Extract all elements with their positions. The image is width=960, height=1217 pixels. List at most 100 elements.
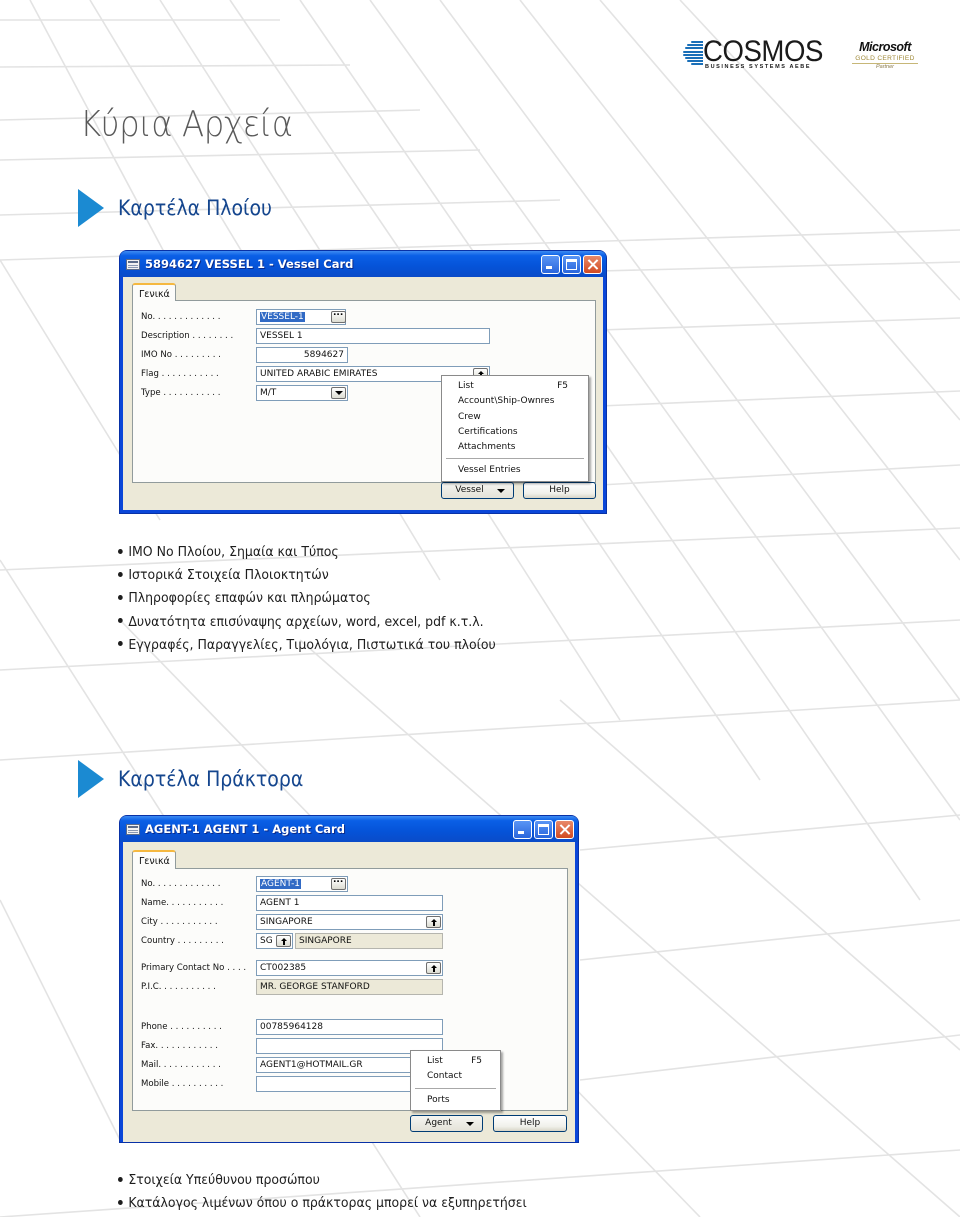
- field-label-phone: Phone . . . . . . . . . .: [141, 1022, 222, 1032]
- bullet-icon: [118, 1199, 123, 1205]
- minimize-button[interactable]: [541, 255, 560, 274]
- microsoft-wordmark: Microsoft: [859, 40, 911, 54]
- no-field-value: VESSEL-1: [260, 312, 305, 322]
- no-field-value: AGENT-1: [260, 879, 302, 889]
- menu-separator: [415, 1087, 496, 1089]
- field-label-mobile: Mobile . . . . . . . . . .: [141, 1079, 224, 1089]
- agent-feature-list: Στοιχεία Υπεύθυνου προσώπου Κατάλογος λι…: [118, 1169, 553, 1215]
- city-field[interactable]: SINGAPORE: [256, 914, 443, 930]
- field-label-flag: Flag . . . . . . . . . . .: [141, 369, 219, 379]
- list-item: Εγγραφές, Παραγγελίες, Τιμολόγια, Πιστωτ…: [118, 634, 496, 657]
- bullet-icon: [118, 594, 123, 600]
- field-label-imo: IMO No . . . . . . . . .: [141, 350, 221, 360]
- list-item-text: Ιστορικά Στοιχεία Πλοιοκτητών: [128, 568, 329, 584]
- field-label-city: City . . . . . . . . . . .: [141, 917, 218, 927]
- microsoft-partner-logo: Microsoft GOLD CERTIFIED Partner: [850, 40, 920, 74]
- chevron-down-icon: [497, 489, 505, 493]
- bullet-icon: [118, 618, 123, 624]
- field-label-type: Type . . . . . . . . . . .: [141, 388, 221, 398]
- list-item: Πληροφορίες επαφών και πληρώματος: [118, 587, 496, 610]
- list-item: Κατάλογος λιμένων όπου ο πράκτορας μπορε…: [118, 1192, 527, 1215]
- list-item-text: Εγγραφές, Παραγγελίες, Τιμολόγια, Πιστωτ…: [128, 637, 496, 653]
- vessel-menu-button-label: Vessel: [455, 485, 484, 495]
- table-icon: [126, 258, 140, 270]
- menu-item-list[interactable]: List F5: [442, 379, 588, 394]
- partner-label: Partner: [875, 64, 895, 70]
- minimize-button[interactable]: [513, 820, 532, 839]
- cosmos-tagline: BUSINESS SYSTEMS AEBE: [705, 64, 812, 70]
- menu-item-contact[interactable]: Contact: [411, 1069, 500, 1084]
- menu-separator: [446, 458, 584, 460]
- imo-field[interactable]: 5894627: [256, 347, 348, 363]
- lookup-dots-button[interactable]: [331, 875, 346, 890]
- list-item: Δυνατότητα επισύναψης αρχείων, word, exc…: [118, 611, 496, 634]
- section-arrow-icon: [78, 189, 104, 227]
- cosmos-logo: COSMOS BUSINESS SYSTEMS AEBE: [683, 35, 829, 72]
- type-dropdown-button[interactable]: [331, 387, 346, 399]
- menu-item-certifications[interactable]: Certifications: [442, 425, 588, 440]
- bullet-icon: [118, 571, 123, 577]
- menu-item-label: List: [427, 1056, 443, 1066]
- section-arrow-icon: [78, 760, 104, 798]
- list-item: Στοιχεία Υπεύθυνου προσώπου: [118, 1169, 527, 1192]
- tab-general[interactable]: Γενικά: [132, 283, 176, 301]
- city-lookup-button[interactable]: [426, 916, 441, 928]
- name-field[interactable]: AGENT 1: [256, 895, 443, 911]
- bullet-icon: [118, 548, 123, 554]
- primary-contact-field[interactable]: CT002385: [256, 960, 443, 976]
- menu-item-list[interactable]: List F5: [411, 1054, 500, 1069]
- list-item-text: Δυνατότητα επισύναψης αρχείων, word, exc…: [128, 614, 484, 630]
- close-button[interactable]: [555, 820, 574, 839]
- menu-item-attachments[interactable]: Attachments: [442, 440, 588, 455]
- menu-item-vessel-entries[interactable]: Vessel Entries: [442, 463, 588, 478]
- page-title: Κύρια Αρχεία: [80, 104, 293, 145]
- tab-general[interactable]: Γενικά: [132, 850, 176, 869]
- list-item: Ιστορικά Στοιχεία Πλοιοκτητών: [118, 564, 496, 587]
- help-button[interactable]: Help: [493, 1115, 567, 1132]
- menu-item-crew[interactable]: Crew: [442, 410, 588, 425]
- menu-item-ports[interactable]: Ports: [411, 1093, 500, 1108]
- country-name-field: SINGAPORE: [295, 933, 443, 949]
- field-label-mail: Mail. . . . . . . . . . . .: [141, 1060, 221, 1070]
- bullet-icon: [118, 641, 123, 647]
- description-field[interactable]: VESSEL 1: [256, 328, 490, 344]
- country-lookup-button[interactable]: [276, 935, 291, 947]
- table-icon: [126, 823, 140, 835]
- vessel-feature-list: IMO No Πλοίου, Σημαία και Τύπος Ιστορικά…: [118, 541, 520, 657]
- vessel-context-menu: List F5 Account\Ship-Ownres Crew Certific…: [441, 375, 589, 482]
- vessel-menu-button[interactable]: Vessel: [441, 482, 514, 499]
- field-label-pic: P.I.C. . . . . . . . . . .: [141, 982, 216, 992]
- menu-shortcut: F5: [471, 1056, 482, 1066]
- field-label-no: No. . . . . . . . . . . . .: [141, 312, 221, 322]
- window-body: Γενικά No. . . . . . . . . . . . . VESSE…: [123, 277, 603, 510]
- agent-section-title: Καρτέλα Πράκτορα: [118, 767, 304, 791]
- menu-item-account-ship-owners[interactable]: Account\Ship-Ownres: [442, 394, 588, 409]
- window-title: AGENT-1 AGENT 1 - Agent Card: [145, 822, 345, 836]
- list-item: IMO No Πλοίου, Σημαία και Τύπος: [118, 541, 496, 564]
- close-button[interactable]: [583, 255, 602, 274]
- field-label-name: Name. . . . . . . . . . .: [141, 898, 224, 908]
- maximize-button[interactable]: [534, 820, 553, 839]
- menu-item-label: List: [458, 381, 474, 391]
- window-titlebar[interactable]: 5894627 VESSEL 1 - Vessel Card: [120, 251, 606, 277]
- lookup-dots-button[interactable]: [331, 308, 346, 323]
- vessel-section-title: Καρτέλα Πλοίου: [118, 196, 272, 220]
- field-label-fax: Fax. . . . . . . . . . . .: [141, 1041, 218, 1051]
- partner-level: GOLD CERTIFIED: [852, 55, 918, 64]
- bullet-icon: [118, 1176, 123, 1182]
- window-titlebar[interactable]: AGENT-1 AGENT 1 - Agent Card: [120, 816, 578, 842]
- maximize-button[interactable]: [562, 255, 581, 274]
- phone-field[interactable]: 00785964128: [256, 1019, 443, 1035]
- primary-contact-lookup-button[interactable]: [426, 962, 441, 974]
- list-item-text: IMO No Πλοίου, Σημαία και Τύπος: [128, 545, 339, 560]
- help-button[interactable]: Help: [523, 482, 596, 499]
- chevron-down-icon: [466, 1122, 474, 1126]
- field-label-country: Country . . . . . . . . .: [141, 936, 224, 946]
- vessel-card-window: 5894627 VESSEL 1 - Vessel Card Γενικά No…: [120, 251, 606, 513]
- field-label-no: No. . . . . . . . . . . . .: [141, 879, 221, 889]
- agent-menu-button[interactable]: Agent: [410, 1115, 483, 1132]
- window-title: 5894627 VESSEL 1 - Vessel Card: [145, 257, 354, 271]
- agent-card-window: AGENT-1 AGENT 1 - Agent Card Γενικά No. …: [120, 816, 578, 1142]
- agent-menu-button-label: Agent: [425, 1118, 452, 1128]
- list-item-text: Στοιχεία Υπεύθυνου προσώπου: [128, 1173, 320, 1188]
